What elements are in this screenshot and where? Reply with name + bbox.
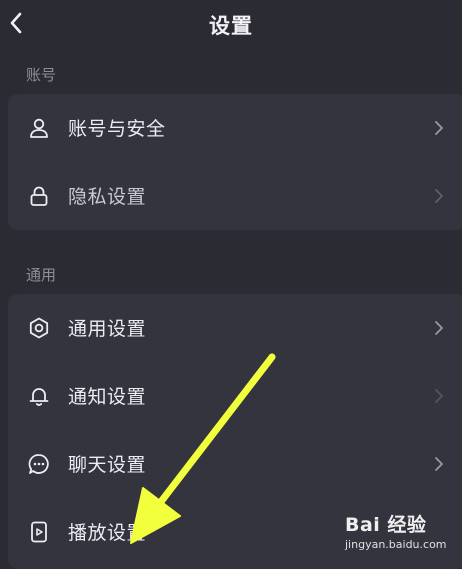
lock-icon [30,186,48,206]
account-settings-card: 账号与安全 隐私设置 [8,94,462,230]
chevron-right-icon [435,121,443,135]
settings-item-privacy[interactable]: 隐私设置 [8,162,462,230]
baidu-jingyan-watermark: Bai 经验 jingyan.baidu.com [345,510,457,552]
section-label-account: 账号 [26,66,57,84]
settings-item-label: 隐私设置 [68,186,147,208]
settings-item-label: 通用设置 [68,318,147,340]
section-label-general: 通用 [26,266,57,284]
settings-item-label: 播放设置 [68,522,147,544]
settings-item-chat[interactable]: 聊天设置 [8,430,462,498]
settings-item-label: 账号与安全 [68,118,166,140]
settings-item-general[interactable]: 通用设置 [8,294,462,362]
chevron-right-icon [435,321,443,335]
settings-item-label: 通知设置 [68,386,147,408]
watermark-url: jingyan.baidu.com [345,538,447,551]
gear-icon [29,317,49,339]
user-icon [30,118,48,138]
chevron-right-icon [435,457,443,471]
bell-icon [29,388,49,406]
phone-play-icon [31,521,47,543]
settings-item-account-security[interactable]: 账号与安全 [8,94,462,162]
chat-bubble-icon [28,454,49,474]
chevron-right-icon [435,389,443,403]
watermark-logo: Bai 经验 [345,514,427,536]
settings-item-label: 聊天设置 [68,454,147,476]
chevron-right-icon [435,189,443,203]
top-bar: 设置 [0,0,462,48]
settings-item-notifications[interactable]: 通知设置 [8,362,462,430]
page-title: 设置 [209,14,253,38]
